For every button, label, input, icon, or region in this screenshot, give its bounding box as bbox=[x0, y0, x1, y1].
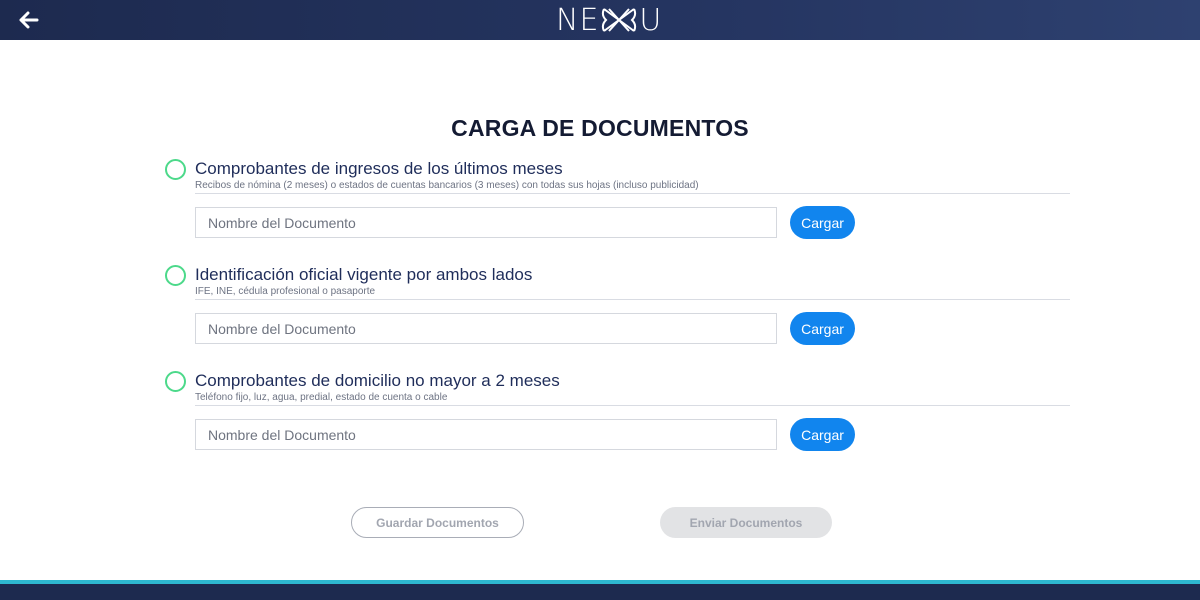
logo-text-left: NE bbox=[556, 2, 600, 38]
section-divider bbox=[195, 405, 1070, 406]
circle-outline-icon bbox=[165, 371, 186, 392]
nexu-logo: NE U bbox=[556, 0, 662, 40]
circle-outline-icon bbox=[165, 159, 186, 180]
circle-outline-icon bbox=[165, 265, 186, 286]
interlaced-x-mark-icon bbox=[602, 8, 637, 32]
back-button[interactable] bbox=[14, 5, 44, 35]
section-description: IFE, INE, cédula profesional o pasaporte bbox=[195, 286, 376, 297]
section-description: Teléfono fijo, luz, agua, predial, estad… bbox=[195, 392, 448, 403]
section-heading: Comprobantes de domicilio no mayor a 2 m… bbox=[195, 371, 560, 390]
top-bar: NE U bbox=[0, 0, 1200, 40]
section-divider bbox=[195, 193, 1070, 194]
upload-button[interactable]: Cargar bbox=[790, 312, 855, 345]
upload-button[interactable]: Cargar bbox=[790, 206, 855, 239]
footer-bar bbox=[0, 580, 1200, 600]
upload-documents-page: NE U CARGA DE DOCUMENTOS Comprobantes de… bbox=[0, 0, 1200, 600]
logo-text-right: U bbox=[639, 2, 663, 38]
save-documents-button[interactable]: Guardar Documentos bbox=[351, 507, 524, 538]
section-description: Recibos de nómina (2 meses) o estados de… bbox=[195, 180, 699, 191]
upload-button[interactable]: Cargar bbox=[790, 418, 855, 451]
section-divider bbox=[195, 299, 1070, 300]
section-heading: Identificación oficial vigente por ambos… bbox=[195, 265, 533, 284]
arrow-left-icon bbox=[19, 11, 39, 29]
document-name-input[interactable] bbox=[195, 313, 777, 344]
document-name-input[interactable] bbox=[195, 207, 777, 238]
document-name-input[interactable] bbox=[195, 419, 777, 450]
page-title: CARGA DE DOCUMENTOS bbox=[451, 115, 749, 142]
send-documents-button[interactable]: Enviar Documentos bbox=[660, 507, 832, 538]
section-heading: Comprobantes de ingresos de los últimos … bbox=[195, 159, 563, 178]
